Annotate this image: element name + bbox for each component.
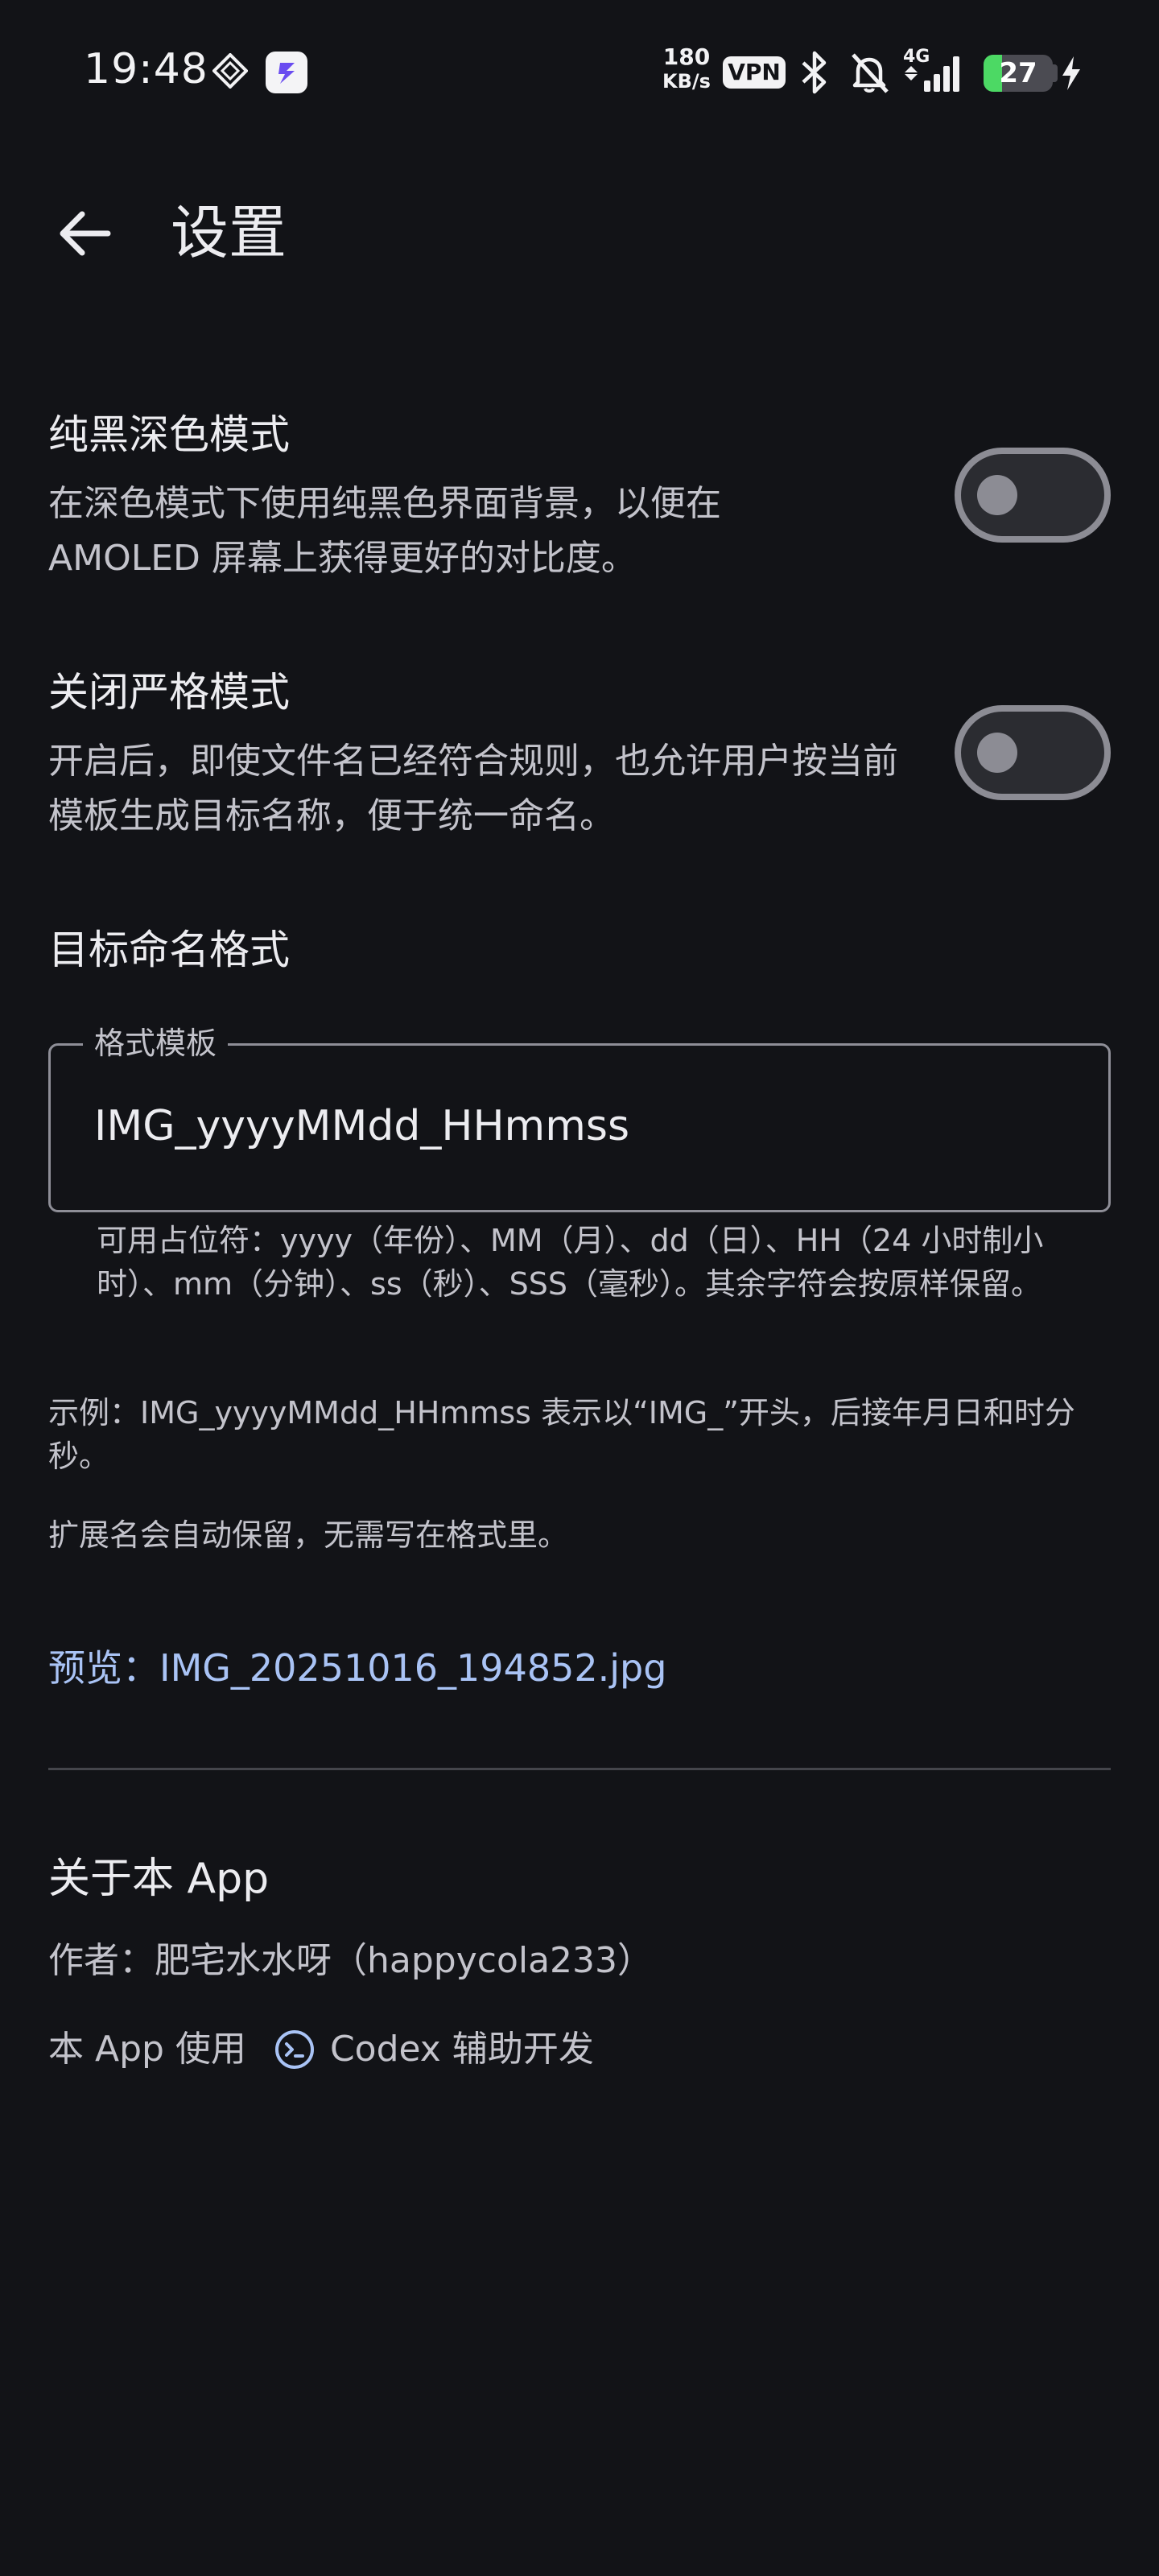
arrow-left-icon	[60, 211, 111, 256]
page-title: 设置	[171, 199, 287, 266]
strict-toggle-switch[interactable]	[955, 705, 1111, 800]
credit-prefix: 本 App 使用	[48, 2029, 246, 2070]
signal-strength-icon	[905, 56, 959, 92]
credit-line: 本 App 使用 Codex 辅助开发	[48, 2024, 594, 2075]
author-text: 作者：肥宅水水呀（happycola233）	[48, 1940, 654, 1981]
bluetooth-icon	[802, 51, 827, 94]
battery-tip	[1053, 64, 1058, 82]
network-speed: 180 KB/s	[658, 45, 715, 93]
format-template-input[interactable]	[94, 1086, 1060, 1166]
bell-off-icon	[852, 53, 889, 93]
amoled-toggle-switch[interactable]	[955, 448, 1111, 543]
battery-level: 27	[999, 57, 1037, 89]
vpn-badge: VPN	[723, 56, 786, 89]
status-bar: 19:48 180 KB/s VPN 4G 27	[0, 0, 1159, 145]
format-template-field[interactable]: 格式模板	[48, 1023, 1111, 1212]
credit-suffix: Codex 辅助开发	[329, 2029, 594, 2070]
setting-amoled-title: 纯黑深色模式	[48, 411, 290, 458]
charging-bolt-icon	[1062, 56, 1080, 90]
extension-note: 扩展名会自动保留，无需写在格式里。	[48, 1517, 569, 1553]
example-text: 示例：IMG_yyyyMMdd_HHmmss 表示以“IMG_”开头，后接年月日…	[48, 1395, 1075, 1474]
back-button[interactable]	[48, 193, 121, 274]
section-divider	[48, 1768, 1111, 1770]
codex-icon	[274, 2030, 314, 2069]
format-template-label: 格式模板	[83, 1023, 229, 1063]
placeholder-help-text: 可用占位符：yyyy（年份）、MM（月）、dd（日）、HH（24 小时制小时）、…	[97, 1223, 1044, 1302]
switch-thumb	[977, 475, 1017, 515]
battery-indicator: 27	[984, 55, 1053, 92]
network-speed-unit: KB/s	[662, 70, 711, 93]
network-speed-value: 180	[662, 43, 711, 70]
app-notification-icon	[266, 52, 307, 93]
about-section-title: 关于本 App	[48, 1855, 270, 1903]
status-time: 19:48	[84, 45, 208, 93]
diamond-grid-icon	[212, 53, 248, 89]
filename-preview: 预览：IMG_20251016_194852.jpg	[48, 1646, 667, 1690]
setting-strict-description: 开启后，即使文件名已经符合规则，也允许用户按当前模板生成目标名称，便于统一命名。	[48, 741, 898, 836]
naming-section-title: 目标命名格式	[48, 927, 290, 973]
setting-amoled-description: 在深色模式下使用纯黑色界面背景，以便在AMOLED 屏幕上获得更好的对比度。	[48, 483, 721, 579]
switch-thumb	[977, 733, 1017, 773]
setting-strict-title: 关闭严格模式	[48, 669, 290, 716]
